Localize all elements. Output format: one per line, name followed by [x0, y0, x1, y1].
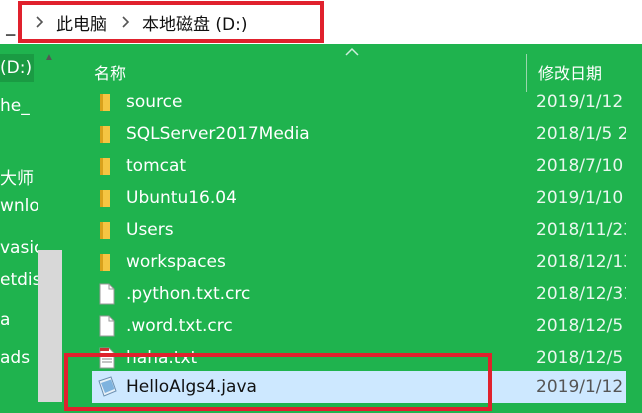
nav-item[interactable]: vasic	[0, 234, 43, 262]
list-item[interactable]: source 2019/1/12 9	[92, 86, 642, 118]
column-header-modified[interactable]: 修改日期	[538, 60, 602, 84]
nav-item[interactable]: he_	[0, 92, 30, 120]
highlight-box-address	[18, 1, 324, 43]
highlight-box-file	[64, 353, 492, 411]
folder-icon	[100, 126, 110, 143]
file-name: SQLServer2017Media	[126, 124, 310, 144]
folder-icon	[100, 158, 110, 175]
nav-item-d-drive[interactable]: (D:)	[0, 54, 34, 82]
list-item[interactable]: SQLServer2017Media 2018/1/5 22	[92, 118, 642, 150]
file-name: workspaces	[126, 252, 226, 272]
file-date: 2019/1/12 1	[536, 377, 640, 397]
list-item[interactable]: Users 2018/11/23	[92, 214, 642, 246]
file-date: 2018/12/5 1	[536, 316, 640, 336]
list-item[interactable]: .python.txt.crc 2018/12/31	[92, 278, 642, 310]
nav-item[interactable]: 大师	[0, 162, 34, 190]
folder-icon	[100, 190, 110, 207]
file-date: 2019/1/10 2	[536, 188, 640, 208]
file-name: Ubuntu16.04	[126, 188, 237, 208]
file-list-scrollbar[interactable]	[626, 44, 642, 413]
file-name: .python.txt.crc	[126, 284, 251, 304]
list-item[interactable]: tomcat 2018/7/10 1	[92, 150, 642, 182]
scroll-up-icon[interactable]: ▲	[44, 52, 54, 63]
address-bar[interactable]: ▁ 此电脑 本地磁盘 (D:)	[0, 0, 642, 44]
list-item[interactable]: .word.txt.crc 2018/12/5 1	[92, 310, 642, 342]
file-name: tomcat	[126, 156, 187, 176]
nav-item[interactable]: ads	[0, 344, 30, 372]
list-item[interactable]: workspaces 2018/12/13	[92, 246, 642, 278]
list-item[interactable]: Ubuntu16.04 2019/1/10 2	[92, 182, 642, 214]
file-date: 2018/12/13	[536, 252, 634, 272]
file-date: 2018/12/31	[536, 284, 634, 304]
file-date: 2018/12/5 1	[536, 348, 640, 368]
nav-up-icon[interactable]: ▁	[6, 22, 18, 36]
nav-scrollbar[interactable]: ▲	[38, 44, 62, 413]
file-name: source	[126, 92, 183, 112]
file-date: 2018/11/23	[536, 220, 634, 240]
folder-icon	[100, 222, 110, 239]
file-icon	[99, 283, 115, 305]
column-header-name[interactable]: 名称	[94, 60, 126, 84]
file-date: 2019/1/12 9	[536, 92, 640, 112]
file-name: Users	[126, 220, 174, 240]
nav-scrollbar-thumb[interactable]	[38, 250, 62, 402]
sort-caret-icon	[345, 47, 359, 56]
file-icon	[99, 315, 115, 337]
nav-item[interactable]: a	[0, 306, 10, 334]
file-name: .word.txt.crc	[126, 316, 233, 336]
folder-icon	[100, 94, 110, 111]
folder-icon	[100, 254, 110, 271]
nav-item[interactable]: wnlo	[0, 192, 40, 220]
file-date: 2018/7/10 1	[536, 156, 640, 176]
nav-item[interactable]: etdis	[0, 266, 42, 294]
file-date: 2018/1/5 22	[536, 124, 640, 144]
